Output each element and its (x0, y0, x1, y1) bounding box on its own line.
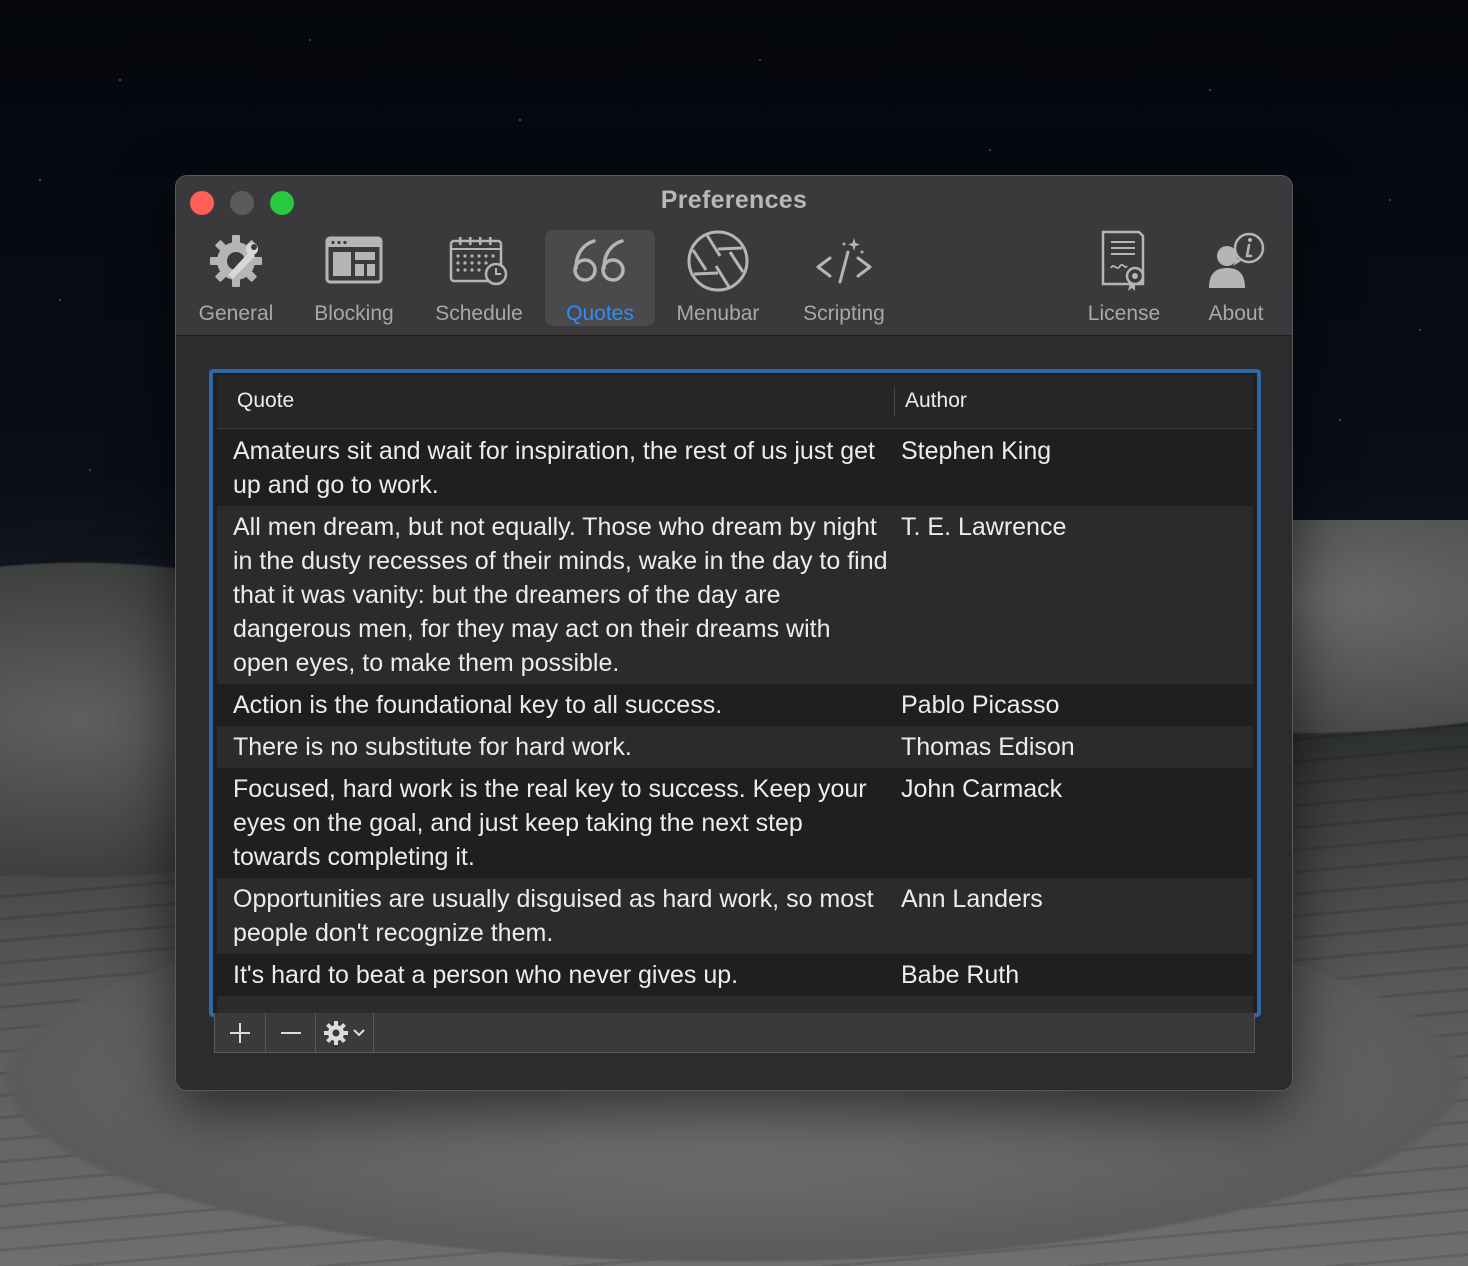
tab-schedule[interactable]: Schedule (426, 230, 532, 326)
titlebar-toolbar: Preferences General Blocking Schedule Qu… (176, 176, 1292, 336)
tab-about[interactable]: About (1188, 230, 1284, 326)
table-row[interactable]: Action is the foundational key to all su… (217, 684, 1253, 726)
certificate-icon (1092, 230, 1156, 292)
quote-cell: Opportunities are usually disguised as h… (233, 885, 874, 947)
author-cell: Stephen King (901, 437, 1052, 465)
calendar-clock-icon (447, 230, 511, 292)
table-row[interactable]: Amateurs sit and wait for inspiration, t… (217, 430, 1253, 506)
tab-general[interactable]: General (186, 230, 286, 326)
tab-label: About (1208, 302, 1264, 325)
tab-label: Quotes (566, 302, 634, 325)
column-header-author[interactable]: Author (905, 389, 967, 413)
preferences-window: Preferences General Blocking Schedule Qu… (175, 175, 1293, 1091)
quote-cell: Amateurs sit and wait for inspiration, t… (233, 437, 875, 499)
window-title: Preferences (660, 186, 808, 214)
add-quote-button[interactable] (215, 1013, 266, 1052)
tab-label: Schedule (435, 302, 523, 325)
column-divider[interactable] (894, 387, 895, 417)
quotes-table[interactable]: Quote Author Amateurs sit and wait for i… (209, 369, 1261, 1017)
quote-cell: Focused, hard work is the real key to su… (233, 775, 867, 871)
author-cell: Ann Landers (901, 885, 1043, 913)
author-cell: John Carmack (901, 775, 1063, 803)
table-header: Quote Author (217, 375, 1253, 429)
blocking-window-icon (322, 230, 386, 292)
tab-license[interactable]: License (1076, 230, 1172, 326)
tab-label: Scripting (803, 302, 885, 325)
tab-label: General (198, 302, 274, 325)
quote-cell: There is no substitute for hard work. (233, 733, 632, 761)
author-cell: T. E. Lawrence (901, 513, 1067, 541)
quote-icon (568, 230, 632, 292)
tab-scripting[interactable]: Scripting (792, 230, 896, 326)
code-icon (812, 230, 876, 292)
table-row[interactable]: It's hard to beat a person who never giv… (217, 954, 1253, 996)
minus-icon (280, 1031, 301, 1034)
column-header-quote[interactable]: Quote (237, 389, 294, 413)
table-body: Amateurs sit and wait for inspiration, t… (217, 430, 1253, 1013)
table-row[interactable]: All men dream, but not equally. Those wh… (217, 506, 1253, 684)
quote-cell: It's hard to beat a person who never giv… (233, 961, 739, 989)
author-cell: Pablo Picasso (901, 691, 1060, 719)
tab-label: License (1087, 302, 1161, 325)
tab-blocking[interactable]: Blocking (304, 230, 404, 326)
plus-icon (230, 1022, 250, 1043)
table-action-bar (214, 1013, 1255, 1053)
table-row[interactable]: There is no substitute for hard work. Th… (217, 726, 1253, 768)
table-row-partial[interactable] (217, 996, 1253, 1013)
tab-quotes[interactable]: Quotes (545, 230, 655, 326)
tab-label: Blocking (314, 302, 394, 325)
action-menu-button[interactable] (316, 1013, 374, 1052)
quote-cell: Action is the foundational key to all su… (233, 691, 723, 719)
tab-label: Menubar (676, 302, 760, 325)
table-row[interactable]: Opportunities are usually disguised as h… (217, 878, 1253, 954)
quote-cell: All men dream, but not equally. Those wh… (233, 513, 888, 677)
table-row[interactable]: Focused, hard work is the real key to su… (217, 768, 1253, 878)
user-info-icon (1204, 230, 1268, 292)
tab-menubar[interactable]: Menubar (666, 230, 770, 326)
author-cell: Thomas Edison (901, 733, 1075, 761)
remove-quote-button[interactable] (266, 1013, 316, 1052)
author-cell: Babe Ruth (901, 961, 1020, 989)
gear-wrench-icon (204, 230, 268, 292)
aperture-icon (686, 230, 750, 292)
gear-dropdown-icon (323, 1020, 365, 1045)
